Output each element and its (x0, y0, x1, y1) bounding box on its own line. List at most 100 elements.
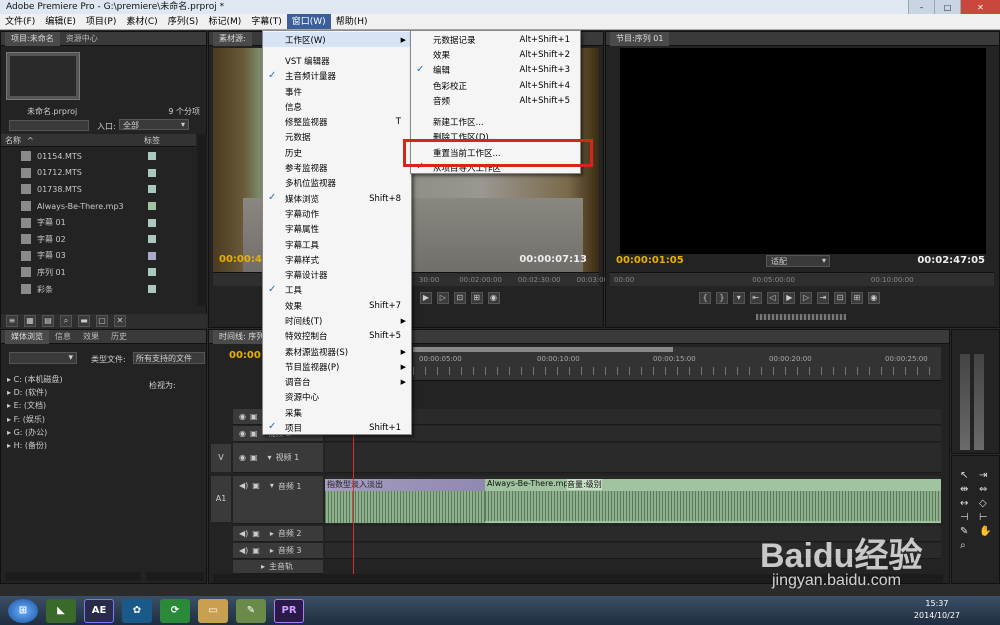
media-icon[interactable]: ✿ (122, 598, 152, 623)
menu-item[interactable]: 字幕工具 (263, 237, 411, 252)
track-audio2-header[interactable]: ◀) ▣ ▸ 音频 2 (233, 526, 323, 542)
tab-info[interactable]: 信息 (49, 330, 77, 344)
tab-history[interactable]: 历史 (105, 330, 133, 344)
overlay-icon[interactable]: ⊞ (470, 292, 483, 304)
drive-item[interactable]: ▸ H: (备份) (7, 440, 63, 453)
menu-item[interactable]: ✓ 工具 (263, 283, 411, 298)
track-v3-content[interactable] (325, 409, 941, 425)
tab-program[interactable]: 节目:序列 01 (610, 31, 670, 46)
new-bin-icon[interactable]: ▬ (78, 315, 90, 327)
step-back-icon[interactable]: ◁ (766, 292, 779, 304)
track-select-icon[interactable]: ⇥ (979, 470, 995, 481)
program-timecode-left[interactable]: 00:00:01:05 (616, 255, 684, 266)
menu-4[interactable]: 序列(S) (163, 14, 204, 29)
menu-item[interactable]: 色彩校正 Alt+Shift+4 (411, 78, 580, 93)
lift-icon[interactable]: ⊡ (834, 292, 846, 304)
menu-item[interactable]: 修整监视器 T (263, 114, 411, 129)
menu-0[interactable]: 文件(F) (0, 14, 40, 29)
media-h-scrollbar-2[interactable] (146, 572, 204, 581)
menu-item[interactable]: VST 编辑器 (263, 53, 411, 68)
drive-item[interactable]: ▸ D: (软件) (7, 387, 63, 400)
menu-item[interactable]: 工作区(W) ▶ (263, 32, 411, 48)
program-ruler[interactable]: 00:00 00:05:00:00 00:10:00:00 (610, 272, 994, 286)
marker-icon[interactable]: ▾ (732, 292, 745, 304)
menu-item[interactable]: ✓ 项目 Shift+1 (263, 420, 411, 435)
tab-project[interactable]: 项目:未命名 (5, 31, 60, 46)
path-select[interactable]: ▾ (9, 352, 77, 364)
after-effects-icon[interactable]: AE (84, 598, 114, 623)
menu-item[interactable]: 参考监视器 (263, 160, 411, 175)
menu-item[interactable]: 信息 (263, 99, 411, 114)
trash-icon[interactable]: ✕ (114, 315, 126, 327)
insert-icon[interactable]: ⊡ (453, 292, 466, 304)
list-view-icon[interactable]: ≡ (6, 315, 18, 327)
project-item[interactable]: 字幕 02 (1, 231, 196, 248)
menu-item[interactable]: 字幕样式 (263, 252, 411, 267)
rate-stretch-icon[interactable]: ↔ (960, 498, 976, 509)
track-master-header[interactable]: ▸ 主音轨 (233, 560, 323, 574)
go-to-in-icon[interactable]: ⇤ (749, 292, 762, 304)
track-audio1-header[interactable]: ◀) ▣ ▾ 音频 1 (233, 476, 323, 524)
nvidia-icon[interactable]: ◣ (46, 598, 76, 623)
menu-item[interactable]: 采集 (263, 405, 411, 420)
menu-item[interactable]: 多机位监视器 (263, 176, 411, 191)
tab-media-browser[interactable]: 媒体浏览 (5, 329, 49, 344)
menu-item[interactable]: 特效控制台 Shift+5 (263, 329, 411, 344)
selection-tool-icon[interactable]: ↖ (960, 470, 976, 481)
automate-icon[interactable]: ▤ (42, 315, 54, 327)
menu-6[interactable]: 字幕(T) (246, 14, 287, 29)
project-search-input[interactable] (9, 120, 89, 131)
menu-2[interactable]: 项目(P) (81, 14, 121, 29)
drive-item[interactable]: ▸ E: (文档) (7, 400, 63, 413)
track-video1-header[interactable]: ◉ ▣ ▾ 视频 1 (233, 443, 323, 473)
folder-icon[interactable]: ▭ (198, 598, 228, 623)
extract-icon[interactable]: ⊞ (850, 292, 863, 304)
file-type-select[interactable]: 所有支持的文件 (133, 352, 205, 364)
menu-item[interactable]: 音频 Alt+Shift+5 (411, 93, 580, 108)
tab-source[interactable]: 素材源: (213, 31, 252, 46)
hand-tool-icon[interactable]: ✋ (979, 526, 995, 537)
tab-effects[interactable]: 效果 (77, 330, 105, 344)
start-button[interactable]: ⊞ (8, 598, 38, 623)
project-item[interactable]: 彩条 (1, 281, 196, 298)
step-fwd-icon[interactable]: ▷ (800, 292, 813, 304)
menu-5[interactable]: 标记(M) (203, 14, 246, 29)
program-export-frame-icon[interactable]: ◉ (867, 292, 880, 304)
clock[interactable]: 15:37 2014/10/27 (914, 598, 960, 622)
new-item-icon[interactable]: ▢ (96, 315, 108, 327)
in-select[interactable]: 全部 ▾ (119, 119, 189, 130)
timeline-ruler[interactable]: 00:00:05:00 00:00:10:00 00:00:15:00 00:0… (413, 347, 941, 381)
menu-item[interactable]: 调音台 ▶ (263, 375, 411, 390)
audio-target-label[interactable]: A1 (211, 476, 231, 522)
audio-clip[interactable]: Always-Be-There.mp3 音量:级别 (485, 479, 941, 523)
menu-item[interactable]: 新建工作区... (411, 114, 580, 129)
zoom-select[interactable]: 适配 ▾ (766, 255, 830, 267)
timeline-timecode[interactable]: 00:00 (229, 350, 261, 361)
project-item[interactable]: Always-Be-There.mp3 (1, 198, 196, 215)
track-a1-content[interactable]: 指数型淡入淡出 Always-Be-There.mp3 音量:级别 (325, 476, 941, 524)
project-scrollbar[interactable] (197, 134, 207, 306)
menu-item[interactable]: ✓ 媒体浏览 Shift+8 (263, 191, 411, 206)
drive-item[interactable]: ▸ C: (本机磁盘) (7, 374, 63, 387)
track-audio3-header[interactable]: ◀) ▣ ▸ 音频 3 (233, 543, 323, 559)
menu-item[interactable]: 字幕设计器 (263, 267, 411, 282)
icon-view-icon[interactable]: ▦ (24, 315, 36, 327)
menu-7[interactable]: 窗口(W) (286, 14, 331, 29)
video-target-label[interactable]: V (211, 444, 231, 472)
rolling-edit-icon[interactable]: ⇔ (979, 484, 995, 495)
program-play-icon[interactable]: ▶ (783, 292, 796, 304)
export-frame-icon[interactable]: ◉ (487, 292, 500, 304)
tab-resource-center[interactable]: 资源中心 (60, 32, 104, 46)
menu-item[interactable]: 效果 Alt+Shift+2 (411, 47, 580, 62)
razor-icon[interactable]: ◇ (979, 498, 995, 509)
menu-item[interactable]: 节目监视器(P) ▶ (263, 359, 411, 374)
ripple-edit-icon[interactable]: ⇹ (960, 484, 976, 495)
menu-item[interactable]: 字幕属性 (263, 222, 411, 237)
play-icon[interactable]: ▶ (420, 292, 432, 304)
col-label[interactable]: 标签 (144, 135, 160, 146)
step-forward-icon[interactable]: ▷ (436, 292, 449, 304)
media-h-scrollbar[interactable] (5, 572, 141, 581)
menu-item[interactable]: 历史 (263, 145, 411, 160)
menu-item[interactable]: 元数据记录 Alt+Shift+1 (411, 32, 580, 47)
mark-in-icon[interactable]: { (699, 292, 711, 304)
